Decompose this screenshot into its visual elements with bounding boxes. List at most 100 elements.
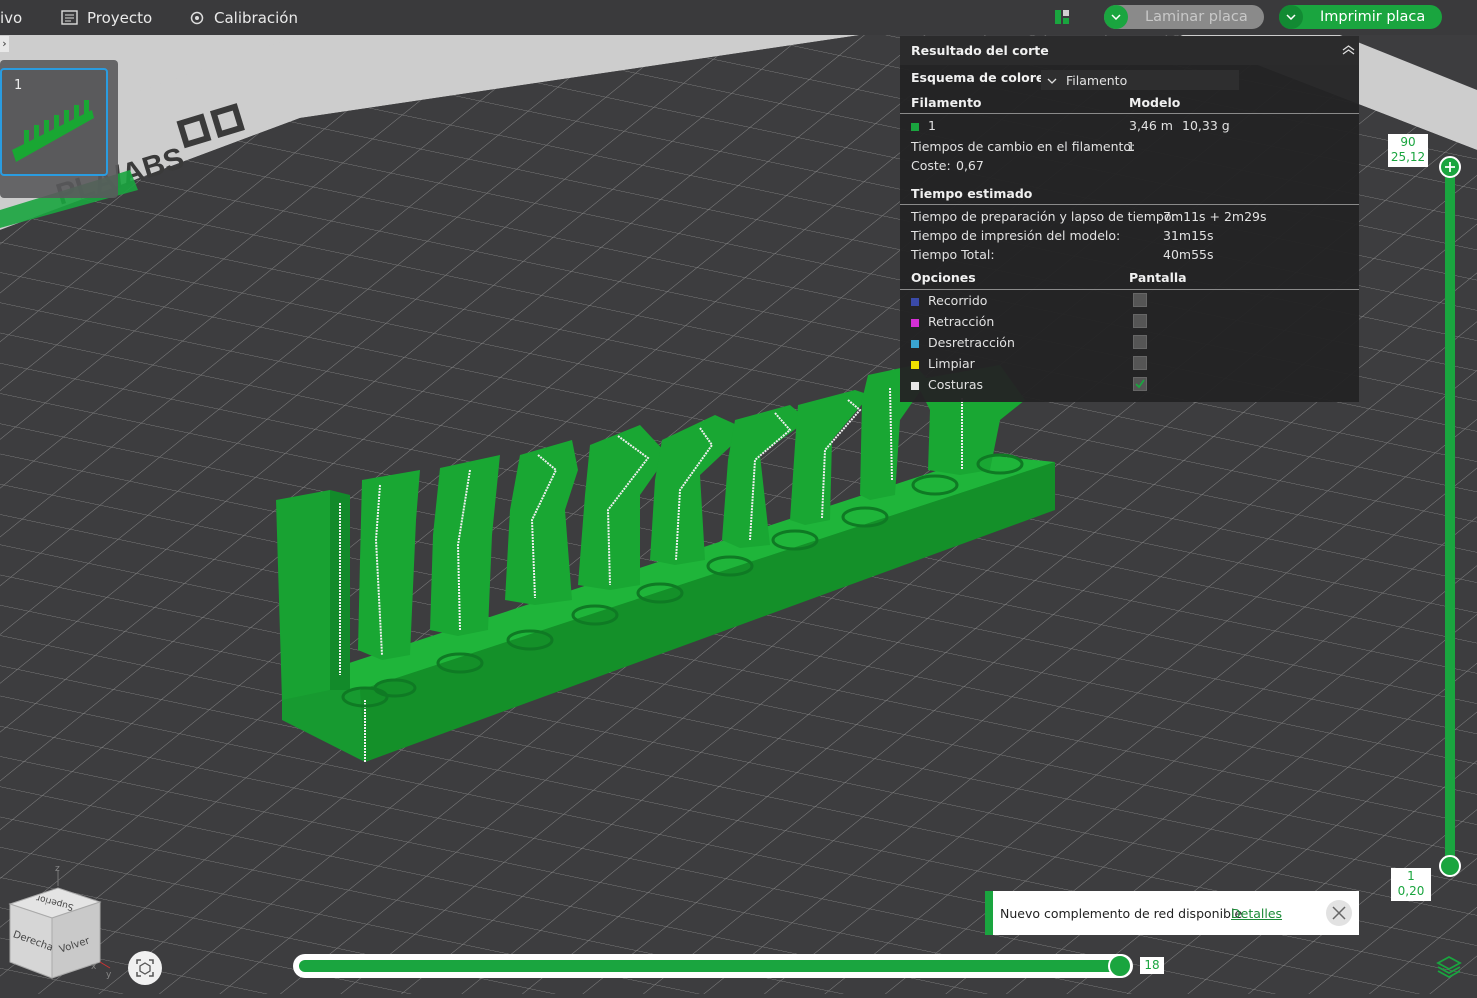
notification-text: Nuevo complemento de red disponible (1000, 906, 1243, 921)
retraction-checkbox[interactable] (1133, 314, 1147, 328)
model-column-header: Modelo (1129, 95, 1181, 110)
options-header: Opciones (911, 270, 976, 285)
layer-bottom-label: 1 0,20 (1391, 868, 1431, 901)
print-dropdown-button[interactable] (1279, 5, 1303, 29)
axis-x-label: x (91, 962, 97, 972)
layers-button[interactable] (1436, 954, 1462, 980)
menu-calibration-label: Calibración (214, 8, 298, 27)
chevron-down-icon (1047, 78, 1057, 84)
prep-time-value: 7m11s + 2m29s (1163, 209, 1267, 224)
move-slider[interactable] (293, 954, 1133, 978)
slice-dropdown-button[interactable] (1104, 5, 1128, 29)
collapse-panel-icon[interactable] (1342, 45, 1355, 55)
option-item: Recorrido (911, 293, 987, 308)
option-label: Recorrido (928, 293, 988, 308)
model-time-label: Tiempo de impresión del modelo: (911, 228, 1121, 243)
total-time-label: Tiempo Total: (911, 247, 995, 262)
filament-changes-value: 1 (1127, 139, 1135, 154)
layer-slider[interactable] (1441, 165, 1459, 870)
deretraction-checkbox[interactable] (1133, 335, 1147, 349)
option-item: Costuras (911, 377, 983, 392)
layer-bottom-number: 1 (1407, 869, 1415, 883)
top-menu-bar: ivo Proyecto Calibración Laminar placa I… (0, 0, 1477, 35)
cost-value: 0,67 (956, 158, 984, 173)
estimated-time-header: Tiempo estimado (911, 186, 1033, 201)
seams-color-swatch (911, 381, 919, 390)
option-label: Costuras (928, 377, 984, 392)
color-scheme-dropdown[interactable]: Filamento (1041, 70, 1239, 90)
calibration-icon (190, 11, 204, 24)
checkmark-icon (1135, 379, 1145, 389)
filament-weight: 10,33 g (1182, 118, 1230, 133)
prep-time-label: Tiempo de preparación y lapso de tiempo: (911, 209, 1176, 224)
menu-project-label: Proyecto (87, 8, 153, 27)
travel-color-swatch (911, 297, 919, 306)
axis-y-label: y (106, 970, 112, 980)
close-icon (1332, 906, 1346, 920)
layer-top-height: 25,12 (1390, 150, 1426, 164)
option-label: Limpiar (928, 356, 975, 371)
divider (900, 204, 1359, 205)
total-time-value: 40m55s (1163, 247, 1214, 262)
option-label: Desretracción (928, 335, 1015, 350)
filament-row: 1 (911, 118, 936, 133)
move-slider-fill (299, 960, 1119, 972)
wipe-color-swatch (911, 360, 919, 369)
slice-button[interactable]: Laminar placa (1145, 9, 1248, 25)
color-scheme-label: Esquema de colores (911, 70, 1052, 85)
wipe-checkbox[interactable] (1133, 356, 1147, 370)
display-header: Pantalla (1129, 270, 1187, 285)
option-item: Desretracción (911, 335, 1015, 350)
cost-label: Coste: (911, 158, 951, 173)
print-button[interactable]: Imprimir placa (1320, 9, 1425, 25)
filament-column-header: Filamento (911, 95, 982, 110)
layer-bottom-height: 0,20 (1397, 884, 1425, 898)
travel-checkbox[interactable] (1133, 293, 1147, 307)
notification-details-link[interactable]: Detalles (1231, 906, 1282, 921)
slice-result-panel: Resultado del corte Esquema de colores F… (900, 36, 1359, 402)
filament-length: 3,46 m (1129, 118, 1173, 133)
move-slider-value: 18 (1140, 957, 1164, 974)
model-time-value: 31m15s (1163, 228, 1214, 243)
slice-button-group: Laminar placa (1104, 5, 1264, 29)
filament-id: 1 (928, 118, 936, 133)
fit-view-button[interactable] (128, 951, 162, 985)
print-button-group: Imprimir placa (1279, 5, 1442, 29)
layers-icon (1436, 955, 1462, 979)
panel-title: Resultado del corte (911, 43, 1049, 58)
project-icon (61, 10, 78, 25)
chevron-down-icon (1111, 14, 1121, 20)
menu-file[interactable]: ivo (0, 0, 22, 35)
layer-top-handle[interactable] (1439, 156, 1461, 178)
axis-z-label: z (55, 864, 60, 874)
option-item: Retracción (911, 314, 994, 329)
view-cube[interactable]: Superior Derecha Volver z x y (0, 864, 120, 994)
menu-file-label: ivo (0, 8, 23, 27)
menu-project[interactable]: Proyecto (61, 0, 152, 35)
deretraction-color-swatch (911, 339, 919, 348)
plus-icon (1445, 162, 1455, 172)
layer-top-label: 90 25,12 (1388, 134, 1428, 167)
retraction-color-swatch (911, 318, 919, 327)
move-slider-handle[interactable] (1108, 954, 1132, 978)
filament-changes-label: Tiempos de cambio en el filamento: (911, 139, 1136, 154)
layer-bottom-handle[interactable] (1439, 855, 1461, 877)
color-scheme-value: Filamento (1066, 73, 1128, 88)
seams-checkbox[interactable] (1133, 377, 1147, 391)
network-plugin-notification: Nuevo complemento de red disponible Deta… (985, 891, 1359, 935)
divider (900, 113, 1359, 114)
chevron-down-icon (1286, 14, 1296, 20)
divider (900, 289, 1359, 290)
menu-calibration[interactable]: Calibración (189, 0, 298, 35)
option-item: Limpiar (911, 356, 975, 371)
filament-color-swatch (911, 122, 919, 131)
layout-toggle-icon[interactable] (1054, 9, 1070, 25)
layer-top-number: 90 (1400, 135, 1416, 149)
plate-thumbnail-model (12, 100, 94, 162)
plate-thumbnail[interactable]: 1 (0, 68, 108, 176)
option-label: Retracción (928, 314, 995, 329)
collapse-sidebar-button[interactable]: › (0, 36, 9, 52)
layer-slider-track (1445, 165, 1455, 865)
close-notification-button[interactable] (1326, 900, 1352, 926)
fit-view-icon (136, 959, 154, 977)
